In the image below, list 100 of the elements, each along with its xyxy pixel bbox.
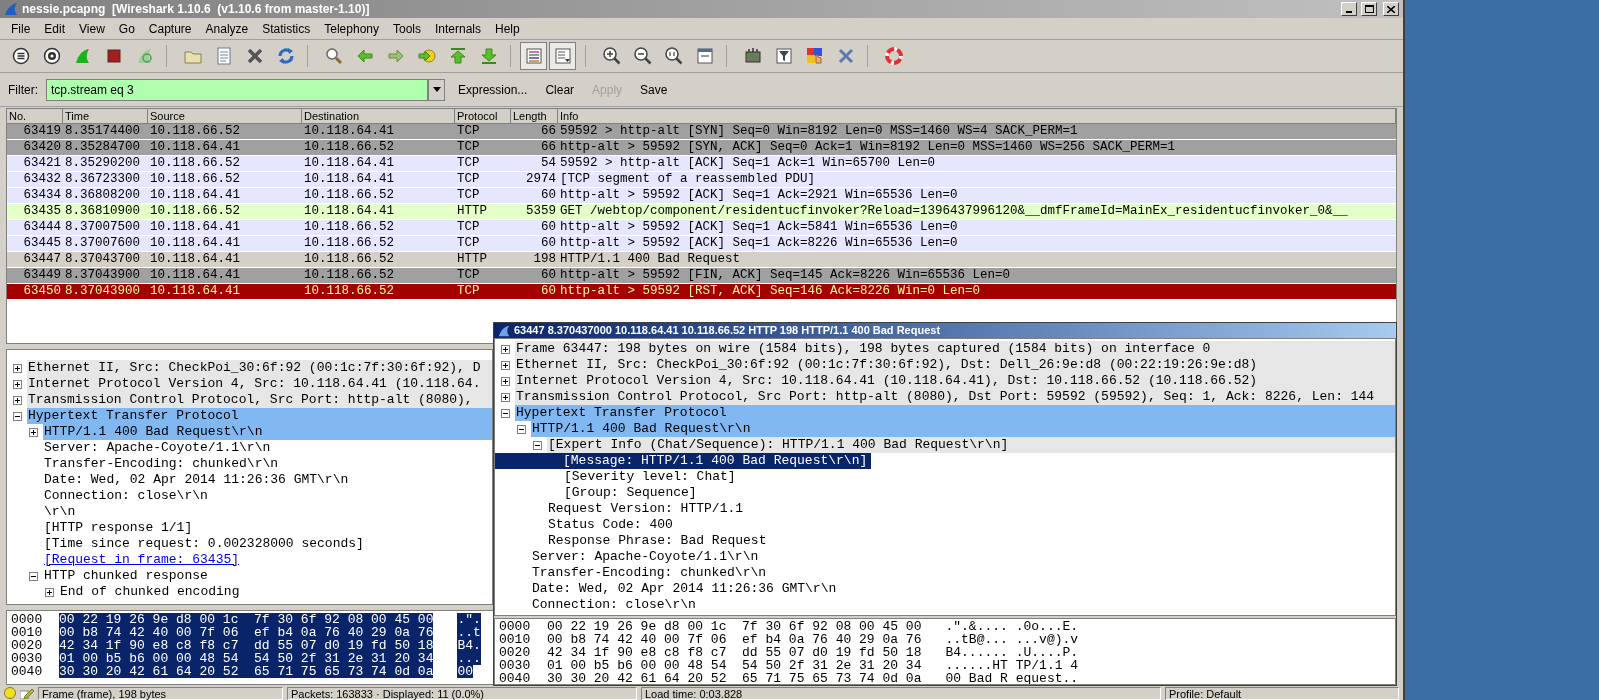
tree-item[interactable]: HTTP chunked response	[43, 568, 209, 584]
expand-icon[interactable]	[13, 363, 22, 373]
tree-item[interactable]: [Time since request: 0.002328000 seconds]	[43, 536, 365, 552]
menu-item[interactable]: Capture	[141, 19, 199, 38]
menu-item[interactable]: Internals	[428, 19, 489, 38]
tree-item[interactable]: Connection: close\r\n	[531, 597, 697, 613]
toolbar-button[interactable]	[549, 42, 576, 70]
tree-item[interactable]: Frame 63447: 198 bytes on wire (1584 bits), 198 bytes captured (1584 bits) on interface 0	[515, 341, 1395, 357]
tree-item[interactable]: [Severity level: Chat]	[563, 469, 737, 485]
menu-item[interactable]: Analyze	[198, 19, 256, 38]
tree-item[interactable]: Hypertext Transfer Protocol	[515, 405, 1395, 421]
tree-item[interactable]: Transfer-Encoding: chunked\r\n	[43, 456, 280, 472]
expand-icon[interactable]	[501, 344, 510, 354]
filter-button[interactable]: Clear	[540, 80, 580, 99]
circle-icon[interactable]	[4, 687, 16, 699]
packet-row[interactable]: 63449 8.37043900 10.118.64.41 10.118.66.52 TCP 60 http-alt > 59592 [FIN, ACK] Seq=145 Ack=8226 Win=65536 Len=0	[7, 268, 1396, 284]
filter-button[interactable]: Save	[635, 80, 673, 99]
lifebuoy-icon[interactable]	[884, 46, 904, 66]
tree-item[interactable]: Hypertext Transfer Protocol	[27, 408, 492, 424]
expand-icon[interactable]	[29, 427, 38, 437]
funnel-icon[interactable]	[774, 46, 794, 66]
menu-item[interactable]: View	[72, 19, 112, 38]
gear-icon[interactable]	[42, 46, 62, 66]
packet-row[interactable]: 63450 8.37043900 10.118.64.41 10.118.66.52 TCP 60 http-alt > 59592 [RST, ACK] Seq=146 Ack=8226 Win=0 Len=0	[7, 284, 1396, 300]
expand-icon[interactable]	[501, 360, 510, 370]
tree-item[interactable]: End of chunked encoding	[59, 584, 241, 600]
dropdown-button[interactable]	[428, 78, 445, 101]
expand-icon[interactable]	[45, 587, 54, 597]
collapse-icon[interactable]	[533, 440, 542, 450]
menu-item[interactable]: Help	[488, 19, 527, 38]
stop-icon[interactable]	[104, 46, 124, 66]
tree-item[interactable]: [Message: HTTP/1.1 400 Bad Request\r\n]	[495, 453, 872, 469]
tree-item[interactable]: \r\n	[43, 504, 77, 520]
collapse-icon[interactable]	[13, 411, 22, 421]
packet-row[interactable]: 63420 8.35284700 10.118.64.41 10.118.66.52 TCP 66 http-alt > 59592 [SYN, ACK] Seq=0 Ack=1 Win=8192 Len=0 MSS=1460 WS=256 SACK_PERM=1	[7, 140, 1396, 156]
expand-icon[interactable]	[501, 376, 510, 386]
packet-row[interactable]: 63432 8.36723300 10.118.66.52 10.118.64.41 TCP 2974 [TCP segment of a reassembled PDU]	[7, 172, 1396, 188]
tree-item[interactable]: Ethernet II, Src: CheckPoi_30:6f:92 (00:1c:7f:30:6f:92), D	[27, 360, 492, 376]
tree-item[interactable]: Ethernet II, Src: CheckPoi_30:6f:92 (00:1c:7f:30:6f:92), Dst: Dell_26:9e:d8 (00:22:19:26:9e:d8)	[515, 357, 1395, 373]
tree-item[interactable]: Date: Wed, 02 Apr 2014 11:26:36 GMT\r\n	[531, 581, 838, 597]
toolbar-button[interactable]	[520, 42, 547, 70]
device-icon[interactable]	[743, 46, 763, 66]
tree-item[interactable]: Status Code: 400	[547, 517, 674, 533]
tree-item[interactable]: Request Version: HTTP/1.1	[547, 501, 745, 517]
pencil-icon[interactable]	[20, 687, 34, 699]
collapse-icon[interactable]	[501, 408, 510, 418]
tools-icon[interactable]	[836, 46, 856, 66]
tree-item[interactable]: [Expert Info (Chat/Sequence): HTTP/1.1 400 Bad Request\r\n]	[547, 437, 1395, 453]
menu-item[interactable]: Telephony	[317, 19, 386, 38]
tree-item[interactable]: Internet Protocol Version 4, Src: 10.118.64.41 (10.118.64.41), Dst: 10.118.66.52 (10.118.66.52)	[515, 373, 1395, 389]
minimize-button[interactable]	[1341, 2, 1357, 16]
tree-item[interactable]: HTTP/1.1 400 Bad Request\r\n	[531, 421, 1395, 437]
tree-item[interactable]: Transmission Control Protocol, Src Port: http-alt (8080),	[27, 392, 492, 408]
menu-item[interactable]: Edit	[37, 19, 73, 38]
zoom-out-icon[interactable]	[633, 46, 653, 66]
tree-item[interactable]: [Group: Sequence]	[563, 485, 698, 501]
magnifier-icon[interactable]	[664, 46, 684, 66]
close-button[interactable]	[1383, 2, 1399, 16]
tree-item[interactable]: Server: Apache-Coyote/1.1\r\n	[531, 549, 760, 565]
maximize-button[interactable]	[1361, 2, 1377, 16]
packet-row[interactable]: 63419 8.35174400 10.118.66.52 10.118.64.41 TCP 66 59592 > http-alt [SYN] Seq=0 Win=8192 Len=0 MSS=1460 WS=4 SACK_PERM=1	[7, 124, 1396, 140]
menu-item[interactable]: Tools	[386, 19, 428, 38]
menu-item[interactable]: File	[4, 19, 38, 38]
packet-row[interactable]: 63445 8.37007600 10.118.64.41 10.118.66.52 TCP 60 http-alt > 59592 [ACK] Seq=1 Ack=8226 Win=65536 Len=0	[7, 236, 1396, 252]
zoom-in-icon[interactable]	[602, 46, 622, 66]
table-cell-text: http-alt > 59592 [ACK] Seq=1 Ack=5841 Win=65536 Len=0	[559, 219, 959, 237]
window-icon[interactable]	[695, 46, 715, 66]
tree-item[interactable]: Date: Wed, 02 Apr 2014 11:26:36 GMT\r\n	[43, 472, 350, 488]
tree-item[interactable]: Server: Apache-Coyote/1.1\r\n	[43, 440, 272, 456]
tree-item[interactable]: Response Phrase: Bad Request	[547, 533, 768, 549]
tree-item[interactable]: Transmission Control Protocol, Src Port: http-alt (8080), Dst Port: 59592 (59592), Seq: 1, Ack: 8226, Len: 144	[515, 389, 1395, 405]
arrow-circle-icon[interactable]	[417, 46, 437, 66]
reload-icon[interactable]	[276, 46, 296, 66]
tree-item[interactable]: Internet Protocol Version 4, Src: 10.118.64.41 (10.118.64.	[27, 376, 492, 392]
close-icon[interactable]	[245, 46, 265, 66]
filter-field[interactable]: tcp.stream eq 3	[46, 78, 428, 101]
search-icon[interactable]	[324, 46, 344, 66]
packet-row[interactable]: 63447 8.37043700 10.118.64.41 10.118.66.52 HTTP 198 HTTP/1.1 400 Bad Request	[7, 252, 1396, 268]
expand-icon[interactable]	[501, 392, 510, 402]
packet-row[interactable]: 63444 8.37007500 10.118.64.41 10.118.66.52 TCP 60 http-alt > 59592 [ACK] Seq=1 Ack=5841 Win=65536 Len=0	[7, 220, 1396, 236]
tree-item[interactable]: [HTTP response 1/1]	[43, 520, 194, 536]
tree-item[interactable]: Transfer-Encoding: chunked\r\n	[531, 565, 768, 581]
list-icon[interactable]	[11, 46, 31, 66]
tree-item[interactable]: Connection: close\r\n	[43, 488, 209, 504]
menu-item[interactable]: Statistics	[255, 19, 318, 38]
table-cell-text: [TCP segment of a reassembled PDU]	[559, 171, 817, 189]
filter-button[interactable]: Expression...	[453, 80, 533, 99]
colored-squares-icon[interactable]	[805, 46, 825, 66]
down-arrow-icon[interactable]	[479, 46, 499, 66]
expand-icon[interactable]	[13, 395, 22, 405]
collapse-icon[interactable]	[29, 571, 38, 581]
menu-item[interactable]: Go	[111, 19, 142, 38]
packet-row[interactable]: 63435 8.36810900 10.118.66.52 10.118.64.41 HTTP 5359 GET /webtop/component/residentucfinvoker?Reload=1396437996120&__dmfFrameId=MainEx_residentucfinvoker_0&__	[7, 204, 1396, 220]
packet-row[interactable]: 63421 8.35290200 10.118.66.52 10.118.64.41 TCP 54 59592 > http-alt [ACK] Seq=1 Ack=1 Win=65700 Len=0	[7, 156, 1396, 172]
tree-item[interactable]: HTTP/1.1 400 Bad Request\r\n	[43, 424, 492, 440]
collapse-icon[interactable]	[517, 424, 526, 434]
up-arrow-icon[interactable]	[448, 46, 468, 66]
expand-icon[interactable]	[13, 379, 22, 389]
packet-row[interactable]: 63434 8.36808200 10.118.64.41 10.118.66.52 TCP 60 http-alt > 59592 [ACK] Seq=1 Ack=2921 Win=65536 Len=0	[7, 188, 1396, 204]
link[interactable]: [Request in frame: 63435]	[43, 552, 241, 568]
